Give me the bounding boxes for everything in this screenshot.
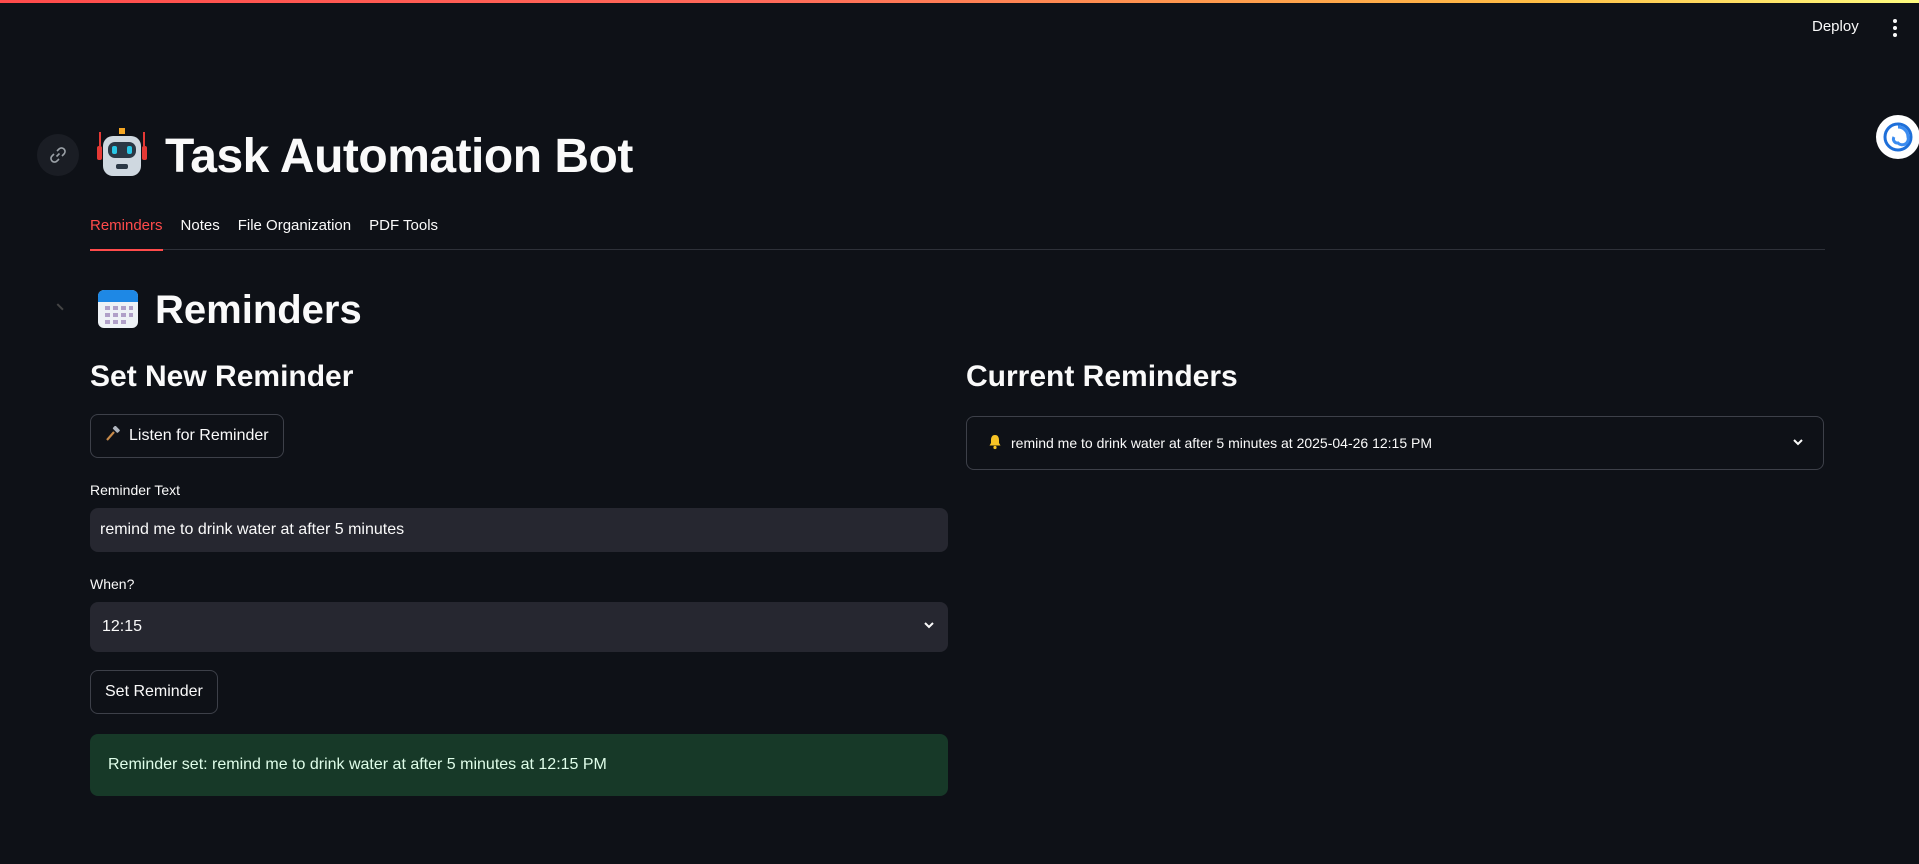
tab-pdf-tools[interactable]: PDF Tools xyxy=(369,210,438,250)
set-reminder-label: Set Reminder xyxy=(105,683,203,700)
reminder-text-label: Reminder Text xyxy=(90,482,181,498)
when-value: 12:15 xyxy=(102,618,143,635)
reminder-item-text: remind me to drink water at after 5 minu… xyxy=(1011,435,1432,451)
page-title-row: Task Automation Bot xyxy=(97,127,633,185)
link-icon[interactable] xyxy=(37,134,79,176)
bell-icon xyxy=(987,434,1003,453)
section-title: Reminders xyxy=(155,287,362,332)
tab-notes[interactable]: Notes xyxy=(181,210,220,250)
when-time-select[interactable]: 12:15 xyxy=(90,602,948,652)
reminder-text-input[interactable]: remind me to drink water at after 5 minu… xyxy=(90,508,948,552)
assistant-swirl-icon[interactable] xyxy=(1876,115,1919,159)
tab-bar: Reminders Notes File Organization PDF To… xyxy=(90,210,1825,251)
calendar-icon xyxy=(97,287,139,334)
tab-file-organization[interactable]: File Organization xyxy=(238,210,351,250)
hammer-icon xyxy=(105,425,121,447)
reminder-text-value: remind me to drink water at after 5 minu… xyxy=(100,521,405,538)
set-reminder-heading: Set New Reminder xyxy=(90,360,354,393)
section-header: Reminders xyxy=(97,286,362,334)
reminder-expander[interactable]: remind me to drink water at after 5 minu… xyxy=(966,416,1824,470)
success-message: Reminder set: remind me to drink water a… xyxy=(108,756,607,773)
when-label: When? xyxy=(90,576,135,592)
page-title: Task Automation Bot xyxy=(165,129,633,183)
tab-reminders[interactable]: Reminders xyxy=(90,210,163,251)
top-decoration-bar xyxy=(0,0,1919,3)
success-alert: Reminder set: remind me to drink water a… xyxy=(90,734,948,796)
set-reminder-button[interactable]: Set Reminder xyxy=(90,670,218,714)
collapse-caret-icon xyxy=(52,303,64,315)
chevron-down-icon xyxy=(922,618,936,637)
robot-icon xyxy=(97,127,147,185)
chevron-down-icon xyxy=(1791,435,1805,452)
listen-button-label: Listen for Reminder xyxy=(129,427,269,444)
current-reminders-heading: Current Reminders xyxy=(966,360,1238,393)
set-reminder-column: Set New Reminder Listen for Reminder Rem… xyxy=(90,360,948,796)
deploy-button[interactable]: Deploy xyxy=(1812,18,1859,35)
current-reminders-column: Current Reminders remind me to drink wat… xyxy=(966,360,1824,470)
listen-for-reminder-button[interactable]: Listen for Reminder xyxy=(90,414,284,458)
kebab-menu-icon[interactable] xyxy=(1888,16,1902,40)
